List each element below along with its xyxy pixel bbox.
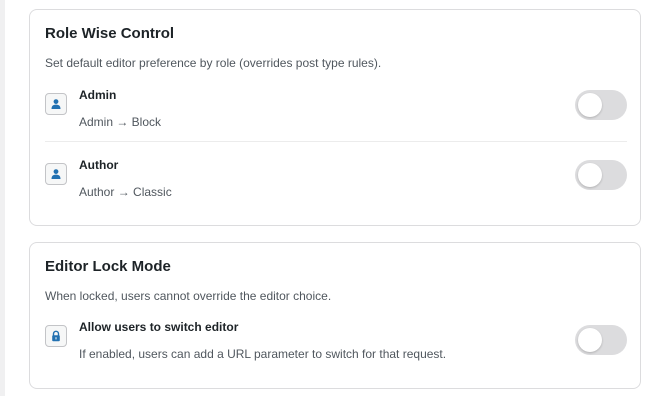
settings-panel: Role Wise Control Set default editor pre…	[5, 0, 664, 396]
role-rule: Admin → Block	[79, 115, 162, 129]
toggle-knob	[578, 93, 602, 117]
allow-switch-toggle[interactable]	[575, 325, 627, 355]
card-title: Role Wise Control	[45, 25, 175, 42]
option-title: Allow users to switch editor	[79, 320, 239, 334]
admin-toggle[interactable]	[575, 90, 627, 120]
role-name: Admin	[79, 88, 117, 102]
switch-editor-row: Allow users to switch editor If enabled,…	[45, 319, 627, 375]
divider	[45, 141, 627, 142]
toggle-knob	[578, 163, 602, 187]
role-rule: Author → Classic	[79, 185, 172, 199]
user-icon	[45, 93, 67, 115]
editor-lock-mode-card: Editor Lock Mode When locked, users cann…	[29, 242, 641, 389]
card-description: When locked, users cannot override the e…	[45, 289, 332, 303]
card-description: Set default editor preference by role (o…	[45, 56, 382, 70]
role-name: Author	[79, 158, 119, 172]
toggle-knob	[578, 328, 602, 352]
option-description: If enabled, users can add a URL paramete…	[79, 347, 447, 361]
role-row-admin: Admin Admin → Block	[45, 87, 627, 143]
author-toggle[interactable]	[575, 160, 627, 190]
card-title: Editor Lock Mode	[45, 258, 171, 275]
user-icon	[45, 163, 67, 185]
role-wise-control-card: Role Wise Control Set default editor pre…	[29, 9, 641, 226]
role-row-author: Author Author → Classic	[45, 157, 627, 213]
lock-icon	[45, 325, 67, 347]
